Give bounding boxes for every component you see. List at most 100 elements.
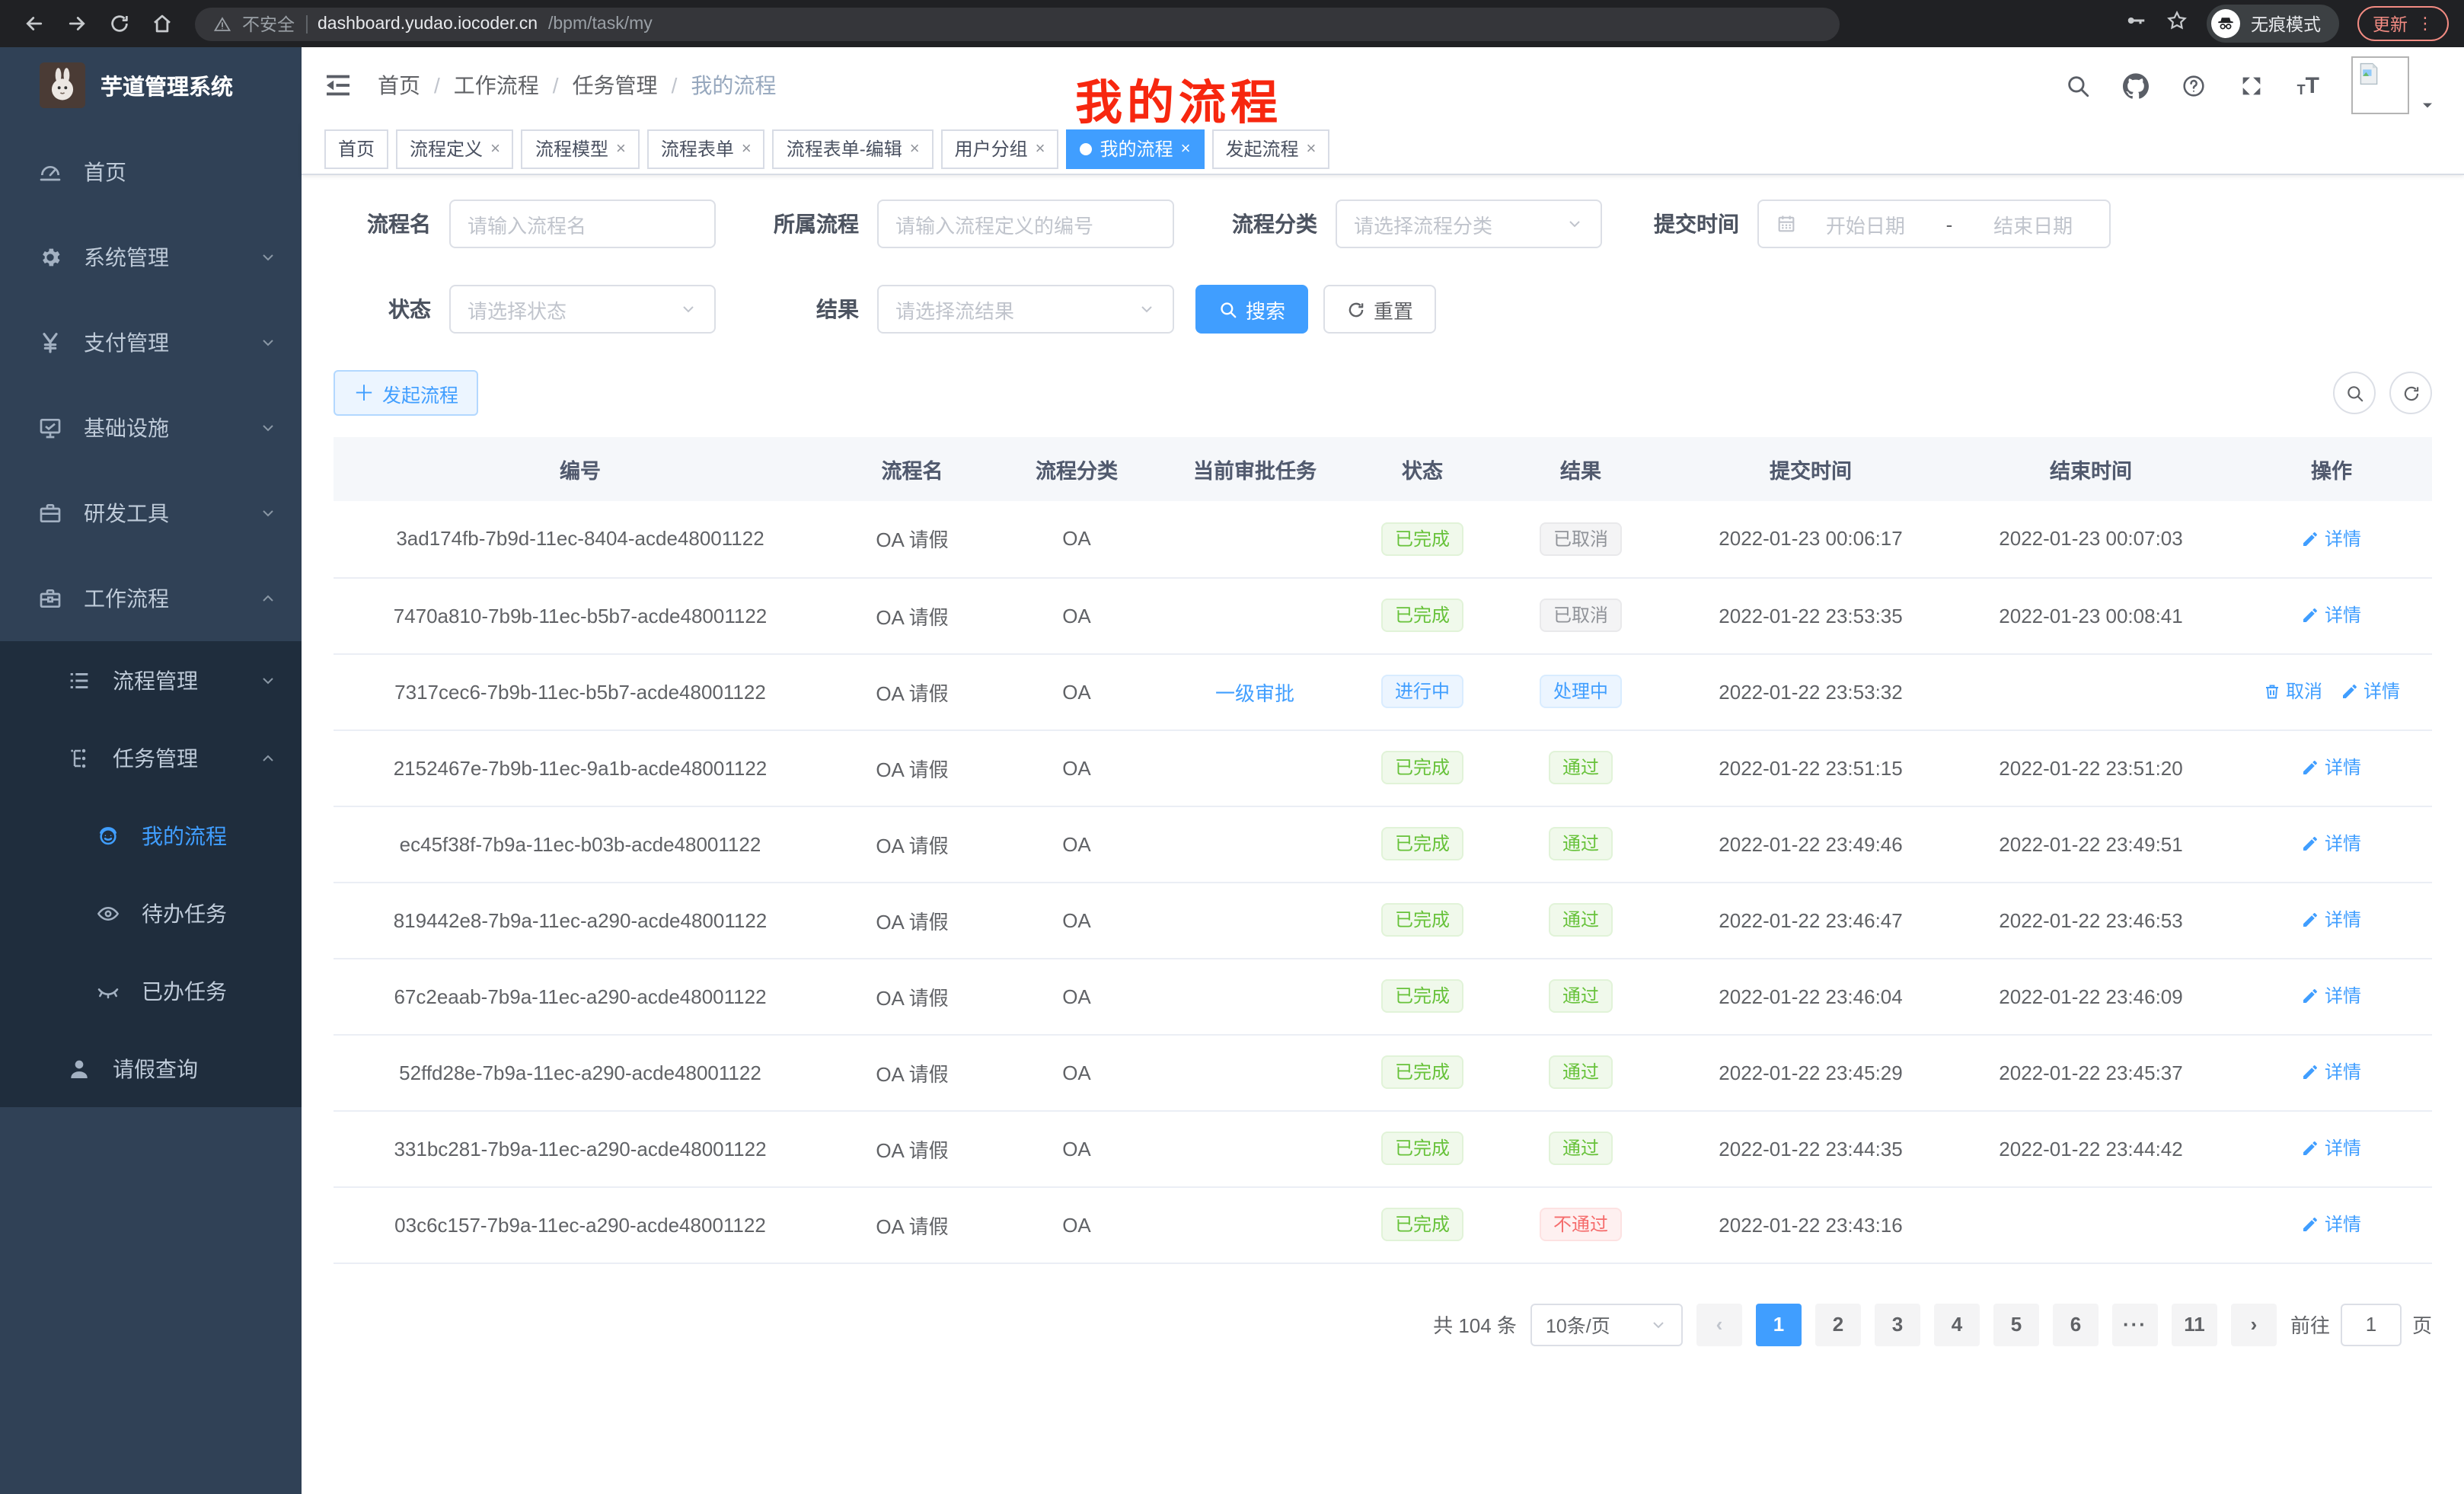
browser-back-icon[interactable] bbox=[15, 5, 52, 42]
app-logo[interactable]: 芋道管理系统 bbox=[0, 47, 302, 123]
sidebar-collapse-icon[interactable] bbox=[323, 70, 353, 101]
next-page-button[interactable]: › bbox=[2231, 1303, 2277, 1346]
tab-process-form-edit[interactable]: 流程表单-编辑× bbox=[773, 129, 934, 168]
search-icon[interactable] bbox=[2066, 72, 2092, 98]
tab-process-form[interactable]: 流程表单× bbox=[647, 129, 765, 168]
submit-time-range-input[interactable]: 开始日期-结束日期 bbox=[1757, 200, 2111, 248]
detail-link[interactable]: 详情 bbox=[2302, 1211, 2361, 1237]
start-process-button[interactable]: ＋ 发起流程 bbox=[334, 370, 478, 416]
tab-process-definition[interactable]: 流程定义× bbox=[396, 129, 514, 168]
detail-link[interactable]: 详情 bbox=[2302, 1059, 2361, 1085]
detail-link[interactable]: 详情 bbox=[2302, 831, 2361, 857]
bookmark-star-icon[interactable] bbox=[2166, 8, 2188, 39]
browser-menu-icon[interactable]: ⋮ bbox=[2417, 14, 2434, 34]
refresh-button[interactable] bbox=[2389, 372, 2432, 414]
page-button-3[interactable]: 3 bbox=[1875, 1303, 1920, 1346]
app-title: 芋道管理系统 bbox=[101, 69, 233, 101]
browser-update-button[interactable]: 更新 ⋮ bbox=[2357, 6, 2449, 41]
process-category-select[interactable]: 请选择流程分类 bbox=[1336, 200, 1602, 248]
detail-link[interactable]: 详情 bbox=[2302, 1135, 2361, 1161]
help-icon[interactable] bbox=[2182, 72, 2207, 98]
cell-end-time: 2022-01-22 23:49:51 bbox=[1951, 806, 2231, 882]
sidebar-item-payment[interactable]: 支付管理 bbox=[0, 300, 302, 385]
detail-link[interactable]: 详情 bbox=[2302, 983, 2361, 1009]
key-icon[interactable] bbox=[2124, 8, 2147, 39]
close-icon[interactable]: × bbox=[910, 139, 920, 158]
page-button-4[interactable]: 4 bbox=[1934, 1303, 1980, 1346]
page-ellipsis[interactable]: ··· bbox=[2112, 1303, 2158, 1346]
fullscreen-icon[interactable] bbox=[2239, 72, 2265, 98]
page-button-11[interactable]: 11 bbox=[2172, 1303, 2217, 1346]
breadcrumb-item[interactable]: 任务管理 bbox=[573, 70, 658, 101]
face-icon bbox=[94, 823, 122, 848]
tab-user-group[interactable]: 用户分组× bbox=[941, 129, 1059, 168]
cell-result: 通过 bbox=[1491, 882, 1671, 958]
sidebar-item-infrastructure[interactable]: 基础设施 bbox=[0, 385, 302, 471]
browser-forward-icon[interactable] bbox=[58, 5, 94, 42]
cell-current-task bbox=[1156, 958, 1354, 1034]
cell-status: 进行中 bbox=[1354, 653, 1491, 729]
show-search-button[interactable] bbox=[2333, 372, 2376, 414]
sidebar-item-leave-query[interactable]: 请假查询 bbox=[0, 1030, 302, 1107]
reset-button[interactable]: 重置 bbox=[1323, 285, 1436, 334]
cell-submit-time: 2022-01-23 00:06:17 bbox=[1671, 501, 1951, 577]
sidebar-item-home[interactable]: 首页 bbox=[0, 129, 302, 215]
close-icon[interactable]: × bbox=[742, 139, 752, 158]
detail-link[interactable]: 详情 bbox=[2302, 525, 2361, 551]
parent-process-input[interactable]: 请输入流程定义的编号 bbox=[877, 200, 1174, 248]
browser-reload-icon[interactable] bbox=[101, 5, 137, 42]
sidebar-item-my-process[interactable]: 我的流程 bbox=[0, 796, 302, 874]
breadcrumb-item[interactable]: 工作流程 bbox=[454, 70, 539, 101]
table-row: 2152467e-7b9b-11ec-9a1b-acde48001122OA 请… bbox=[334, 729, 2432, 806]
address-bar[interactable]: 不安全 dashboard.yudao.iocoder.cn/bpm/task/… bbox=[195, 7, 1840, 40]
process-name-input[interactable]: 请输入流程名 bbox=[449, 200, 716, 248]
edit-icon bbox=[2302, 1215, 2320, 1234]
close-icon[interactable]: × bbox=[1306, 139, 1316, 158]
incognito-icon bbox=[2211, 9, 2240, 38]
tab-start-process[interactable]: 发起流程× bbox=[1211, 129, 1329, 168]
prev-page-button[interactable]: ‹ bbox=[1696, 1303, 1742, 1346]
goto-page-suffix: 页 bbox=[2412, 1310, 2432, 1339]
page-button-2[interactable]: 2 bbox=[1815, 1303, 1861, 1346]
search-button[interactable]: 搜索 bbox=[1195, 285, 1308, 334]
sidebar-item-system[interactable]: 系统管理 bbox=[0, 215, 302, 300]
page-button-5[interactable]: 5 bbox=[1993, 1303, 2039, 1346]
sidebar-item-todo-task[interactable]: 待办任务 bbox=[0, 874, 302, 952]
detail-link[interactable]: 详情 bbox=[2302, 907, 2361, 933]
cell-process-name: OA 请假 bbox=[827, 882, 997, 958]
page-size-select[interactable]: 10条/页 bbox=[1530, 1303, 1683, 1346]
cancel-link[interactable]: 取消 bbox=[2263, 678, 2322, 704]
page-button-1[interactable]: 1 bbox=[1756, 1303, 1802, 1346]
status-badge: 处理中 bbox=[1540, 675, 1622, 708]
sidebar-item-dev-tools[interactable]: 研发工具 bbox=[0, 471, 302, 556]
placeholder-text: 请输入流程定义的编号 bbox=[895, 209, 1156, 238]
github-icon[interactable] bbox=[2124, 72, 2150, 98]
browser-home-icon[interactable] bbox=[143, 5, 180, 42]
breadcrumb-item[interactable]: 首页 bbox=[378, 70, 420, 101]
result-select[interactable]: 请选择流结果 bbox=[877, 285, 1174, 334]
close-icon[interactable]: × bbox=[490, 139, 500, 158]
detail-link[interactable]: 详情 bbox=[2302, 755, 2361, 781]
sidebar-item-workflow[interactable]: 工作流程 bbox=[0, 556, 302, 641]
cell-category: OA bbox=[997, 1110, 1156, 1186]
tab-my-process[interactable]: 我的流程× bbox=[1067, 129, 1205, 168]
font-size-icon[interactable]: TT bbox=[2297, 74, 2319, 97]
close-icon[interactable]: × bbox=[1036, 139, 1045, 158]
tab-home[interactable]: 首页 bbox=[324, 129, 388, 168]
tab-process-model[interactable]: 流程模型× bbox=[522, 129, 640, 168]
close-icon[interactable]: × bbox=[616, 139, 626, 158]
status-select[interactable]: 请选择状态 bbox=[449, 285, 716, 334]
close-icon[interactable]: × bbox=[1181, 139, 1191, 158]
caret-down-icon[interactable] bbox=[2418, 96, 2437, 114]
avatar[interactable] bbox=[2351, 56, 2409, 114]
sidebar-item-done-task[interactable]: 已办任务 bbox=[0, 952, 302, 1030]
detail-link[interactable]: 详情 bbox=[2341, 678, 2400, 704]
sidebar-item-task-mgmt[interactable]: 任务管理 bbox=[0, 719, 302, 796]
detail-link[interactable]: 详情 bbox=[2302, 602, 2361, 628]
sidebar-item-label: 已办任务 bbox=[142, 975, 227, 1006]
annotation-my-process: 我的流程 bbox=[1075, 64, 1282, 132]
task-link[interactable]: 一级审批 bbox=[1215, 682, 1294, 704]
sidebar-item-process-mgmt[interactable]: 流程管理 bbox=[0, 641, 302, 719]
page-button-6[interactable]: 6 bbox=[2053, 1303, 2099, 1346]
goto-page-input[interactable]: 1 bbox=[2341, 1303, 2402, 1346]
